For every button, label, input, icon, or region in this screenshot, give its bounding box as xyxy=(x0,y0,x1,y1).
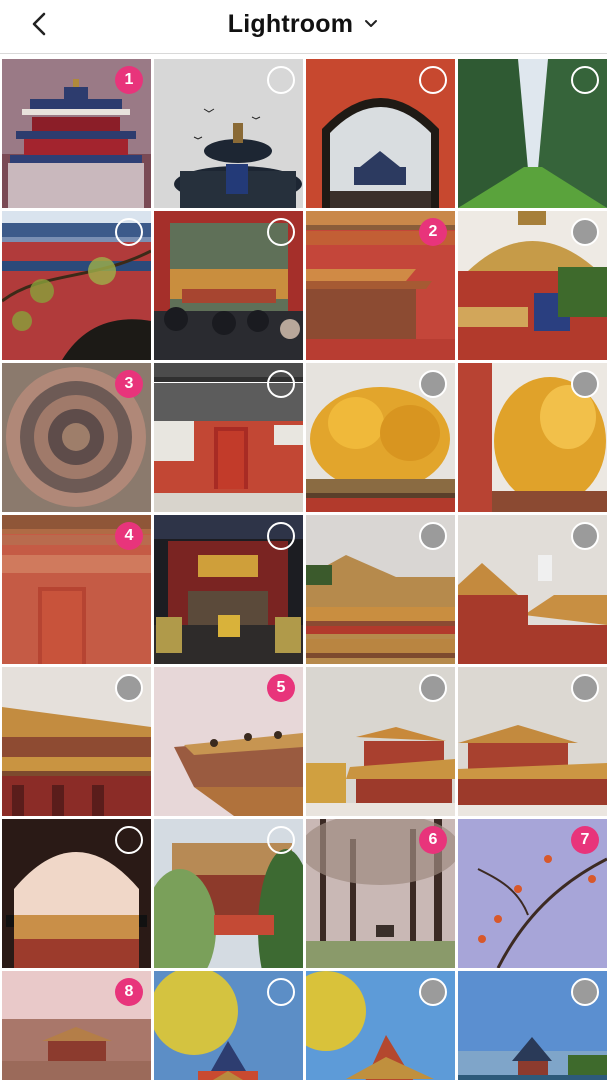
select-circle-icon[interactable] xyxy=(115,826,143,854)
photo-thumbnail[interactable]: 7 xyxy=(458,819,607,968)
select-circle-icon[interactable] xyxy=(115,674,143,702)
select-circle-icon[interactable] xyxy=(571,370,599,398)
selection-number-badge[interactable]: 6 xyxy=(419,826,447,854)
select-circle-icon[interactable] xyxy=(419,522,447,550)
photo-grid: 1 2 3 4 5 6 7 8 xyxy=(0,57,607,1080)
photo-thumbnail[interactable]: 8 xyxy=(2,971,151,1080)
selection-number-badge[interactable]: 5 xyxy=(267,674,295,702)
photo-thumbnail[interactable] xyxy=(2,819,151,968)
select-circle-icon[interactable] xyxy=(419,370,447,398)
select-circle-icon[interactable] xyxy=(571,66,599,94)
photo-thumbnail[interactable] xyxy=(458,211,607,360)
select-circle-icon[interactable] xyxy=(419,66,447,94)
photo-thumbnail[interactable] xyxy=(306,971,455,1080)
selection-number-badge[interactable]: 1 xyxy=(115,66,143,94)
photo-thumbnail[interactable] xyxy=(306,59,455,208)
photo-thumbnail[interactable] xyxy=(458,971,607,1080)
photo-thumbnail[interactable] xyxy=(154,363,303,512)
select-circle-icon[interactable] xyxy=(571,218,599,246)
photo-thumbnail[interactable] xyxy=(306,515,455,664)
photo-thumbnail[interactable]: 1 xyxy=(2,59,151,208)
chevron-down-icon xyxy=(365,20,378,27)
top-bar: Lightroom xyxy=(0,0,607,54)
photo-thumbnail[interactable] xyxy=(306,363,455,512)
photo-thumbnail[interactable] xyxy=(2,667,151,816)
select-circle-icon[interactable] xyxy=(267,66,295,94)
photo-thumbnail[interactable] xyxy=(154,971,303,1080)
selection-number-badge[interactable]: 8 xyxy=(115,978,143,1006)
select-circle-icon[interactable] xyxy=(267,218,295,246)
select-circle-icon[interactable] xyxy=(115,218,143,246)
photo-thumbnail[interactable] xyxy=(458,667,607,816)
album-title: Lightroom xyxy=(227,9,354,38)
select-circle-icon[interactable] xyxy=(419,674,447,702)
photo-thumbnail[interactable] xyxy=(154,59,303,208)
album-selector[interactable]: Lightroom xyxy=(0,6,607,42)
select-circle-icon[interactable] xyxy=(419,978,447,1006)
photo-thumbnail[interactable] xyxy=(154,211,303,360)
selection-number-badge[interactable]: 7 xyxy=(571,826,599,854)
photo-thumbnail[interactable] xyxy=(458,59,607,208)
selection-number-badge[interactable]: 4 xyxy=(115,522,143,550)
photo-thumbnail[interactable]: 2 xyxy=(306,211,455,360)
selection-number-badge[interactable]: 3 xyxy=(115,370,143,398)
photo-thumbnail[interactable] xyxy=(458,363,607,512)
photo-thumbnail[interactable]: 4 xyxy=(2,515,151,664)
photo-thumbnail[interactable]: 3 xyxy=(2,363,151,512)
select-circle-icon[interactable] xyxy=(267,370,295,398)
photo-thumbnail[interactable]: 6 xyxy=(306,819,455,968)
select-circle-icon[interactable] xyxy=(267,522,295,550)
select-circle-icon[interactable] xyxy=(267,826,295,854)
select-circle-icon[interactable] xyxy=(571,978,599,1006)
photo-thumbnail[interactable]: 5 xyxy=(154,667,303,816)
photo-thumbnail[interactable] xyxy=(306,667,455,816)
select-circle-icon[interactable] xyxy=(571,522,599,550)
photo-thumbnail[interactable] xyxy=(458,515,607,664)
photo-thumbnail[interactable] xyxy=(2,211,151,360)
select-circle-icon[interactable] xyxy=(571,674,599,702)
photo-thumbnail[interactable] xyxy=(154,819,303,968)
photo-thumbnail[interactable] xyxy=(154,515,303,664)
select-circle-icon[interactable] xyxy=(267,978,295,1006)
selection-number-badge[interactable]: 2 xyxy=(419,218,447,246)
